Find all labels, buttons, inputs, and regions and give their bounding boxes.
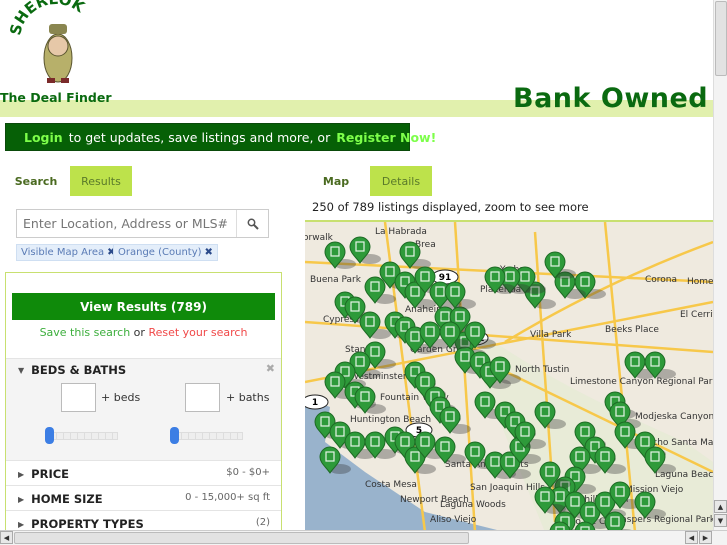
highway-number: 91	[439, 273, 452, 283]
map-place-label: Home Gardens	[687, 277, 713, 287]
map-place-label: Mission Viejo	[625, 485, 684, 495]
search-icon	[247, 218, 259, 230]
map-place-label: La Habrada	[375, 227, 427, 237]
reset-search-link[interactable]: Reset your search	[148, 326, 247, 339]
map-place-label: El Cerrito	[680, 310, 713, 320]
beds-baths-header[interactable]: ▼ BEDS & BATHS	[18, 363, 126, 377]
search-box	[16, 209, 269, 238]
scroll-right-button[interactable]: ▶	[699, 531, 712, 544]
highway-shield: 1	[305, 394, 329, 410]
listing-count-status: 250 of 789 listings displayed, zoom to s…	[312, 200, 589, 214]
section-title: PROPERTY TYPES	[31, 517, 144, 531]
baths-label: + baths	[226, 391, 270, 404]
tab-search[interactable]: Search	[12, 166, 60, 196]
scrollbar-thumb[interactable]	[715, 1, 727, 76]
filter-chip[interactable]: Visible Map Area ✖	[16, 244, 121, 261]
filter-chip-label: Orange (County)	[118, 247, 202, 258]
slider-handle[interactable]	[170, 427, 179, 444]
section-title: HOME SIZE	[31, 492, 103, 506]
tab-results[interactable]: Results	[70, 166, 132, 196]
baths-input[interactable]	[185, 383, 220, 412]
map-place-label: Modjeska Canyon	[635, 412, 713, 422]
login-banner: Login to get updates, save listings and …	[5, 123, 436, 151]
price-section[interactable]: ▶ PRICE $0 - $0+	[6, 461, 281, 486]
remove-filter-icon[interactable]: ✖	[205, 247, 213, 258]
beds-label: + beds	[101, 391, 141, 404]
scroll-down-button[interactable]: ▼	[714, 514, 727, 527]
marker-pin[interactable]	[604, 511, 626, 530]
section-value: $0 - $0+	[226, 467, 270, 478]
slider-handle[interactable]	[45, 427, 54, 444]
scroll-left-button[interactable]: ◀	[685, 531, 698, 544]
search-button[interactable]	[236, 210, 268, 237]
tab-details[interactable]: Details	[370, 166, 432, 196]
map-place-label: North Tustin	[515, 365, 569, 375]
section-value: 0 - 15,000+ sq ft	[185, 492, 270, 503]
map-place-label: Costa Mesa	[365, 480, 417, 490]
svg-text:SHERLOK: SHERLOK	[6, 0, 89, 37]
tagline: The Deal Finder	[0, 90, 112, 105]
save-reset-row: Save this search or Reset your search	[6, 326, 281, 339]
caret-down-icon: ▼	[18, 365, 25, 375]
search-panel: View Results (789) Save this search or R…	[5, 272, 282, 534]
beds-baths-section: ▼ BEDS & BATHS ✖ + beds + baths	[6, 358, 281, 461]
map-place-label: Aliso Viejo	[430, 515, 477, 525]
save-search-link[interactable]: Save this search	[40, 326, 131, 339]
tab-map[interactable]: Map	[318, 166, 354, 196]
map-place-label: Villa Park	[530, 330, 572, 340]
caret-right-icon: ▶	[18, 469, 25, 479]
page-heading: Bank Owned	[513, 83, 709, 114]
filter-chip-label: Visible Map Area	[21, 247, 105, 258]
login-link[interactable]: Login	[24, 130, 63, 145]
login-text: to get updates, save listings and more, …	[68, 129, 331, 145]
scroll-left-button[interactable]: ◀	[0, 531, 13, 544]
search-input[interactable]	[17, 210, 236, 237]
close-icon[interactable]: ✖	[266, 362, 275, 375]
register-link[interactable]: Register Now!	[336, 130, 436, 145]
map-place-label: Buena Park	[310, 275, 362, 285]
baths-slider[interactable]	[170, 427, 243, 444]
listings-map[interactable]: orwalkLa HabradaBreaYorbaPlacentiaCorona…	[305, 220, 713, 530]
vertical-scrollbar[interactable]: ▲ ▼	[713, 0, 727, 530]
view-results-button[interactable]: View Results (789)	[12, 293, 275, 320]
highway-number: 1	[312, 398, 318, 408]
beds-input[interactable]	[61, 383, 96, 412]
horizontal-scrollbar[interactable]: ◀ ◀ ▶	[0, 530, 727, 545]
map-place-label: San Joaquin Hills	[470, 483, 545, 493]
map-place-label: Laguna Woods	[440, 500, 506, 510]
section-title: BEDS & BATHS	[31, 363, 127, 377]
or-text: or	[133, 326, 145, 339]
filter-chip[interactable]: Orange (County) ✖	[113, 244, 218, 261]
scrollbar-thumb[interactable]	[14, 532, 469, 544]
home-size-section[interactable]: ▶ HOME SIZE 0 - 15,000+ sq ft	[6, 486, 281, 511]
beds-slider[interactable]	[45, 427, 118, 444]
section-title: PRICE	[31, 467, 70, 481]
map-place-label: Corona	[645, 275, 677, 285]
map-place-label: orwalk	[305, 233, 334, 243]
map-place-label: Beeks Place	[605, 325, 659, 335]
scroll-up-button[interactable]: ▲	[714, 500, 727, 513]
caret-right-icon: ▶	[18, 519, 25, 529]
section-value: (2)	[255, 517, 270, 528]
caret-right-icon: ▶	[18, 494, 25, 504]
